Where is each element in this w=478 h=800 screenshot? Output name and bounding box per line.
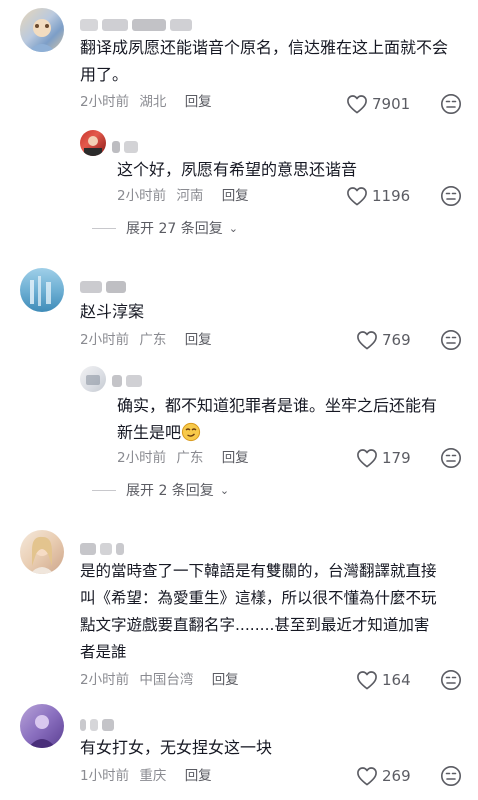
comment-text: 确实，都不知道犯罪者是谁。坐牢之后还能有 新生是吧 [117, 392, 467, 450]
comment-text: 赵斗淳案 [80, 302, 145, 321]
meh-face-icon[interactable] [440, 765, 462, 787]
timestamp: 2小时前 [117, 188, 167, 204]
timestamp: 2小时前 [80, 672, 130, 688]
reply-button[interactable]: 回复 [185, 332, 212, 348]
avatar[interactable] [20, 268, 64, 312]
comment-item: 翻译成夙愿还能谐音个原名，信达雅在这上面就不会 用了。 2小时前 湖北 回复 7… [0, 0, 478, 120]
expand-replies-label: 展开 27 条回复 [126, 221, 223, 237]
reply-button[interactable]: 回复 [222, 450, 249, 466]
avatar[interactable] [20, 530, 64, 574]
like-button[interactable]: 769 [356, 328, 411, 352]
location: 湖北 [139, 94, 167, 110]
like-count: 164 [382, 671, 411, 689]
divider [92, 489, 116, 491]
heart-outline-icon [357, 671, 377, 690]
location: 广东 [176, 450, 204, 466]
like-button[interactable]: 7901 [346, 92, 410, 116]
location: 广东 [139, 332, 167, 348]
comment-meta: 2小时前 广东 回复 [80, 330, 212, 350]
like-count: 179 [382, 449, 411, 467]
comment-item: 有女打女，无女捏女这一块 1小时前 重庆 回复 269 [0, 702, 478, 800]
chevron-down-icon: ⌄ [219, 483, 230, 497]
timestamp: 2小时前 [80, 332, 130, 348]
avatar[interactable] [80, 130, 106, 156]
heart-outline-icon [357, 767, 377, 786]
comment-text: 有女打女，无女捏女这一块 [80, 738, 273, 757]
expand-replies-label: 展开 2 条回复 [126, 483, 214, 499]
heart-outline-icon [347, 95, 367, 114]
avatar[interactable] [20, 8, 64, 52]
comment-text: 翻译成夙愿还能谐音个原名，信达雅在这上面就不会 用了。 [80, 38, 449, 84]
reply-item: 确实，都不知道犯罪者是谁。坐牢之后还能有 新生是吧 2小时前 广东 回复 179 [0, 362, 478, 480]
username[interactable] [80, 14, 196, 31]
avatar[interactable] [80, 366, 106, 392]
meh-face-icon[interactable] [440, 329, 462, 351]
like-count: 1196 [372, 187, 411, 205]
meh-face-icon[interactable] [440, 93, 462, 115]
chevron-down-icon: ⌄ [228, 221, 238, 235]
location: 河南 [176, 188, 204, 204]
location: 重庆 [139, 768, 167, 784]
timestamp: 2小时前 [117, 450, 167, 466]
location: 中国台湾 [139, 672, 194, 688]
like-button[interactable]: 179 [356, 446, 411, 470]
comment-item: 是的當時查了一下韓語是有雙關的，台灣翻譯就直接 叫《希望：為愛重生》這樣，所以很… [0, 526, 478, 696]
meh-face-icon[interactable] [440, 669, 462, 691]
reply-button[interactable]: 回复 [212, 672, 239, 688]
like-button[interactable]: 269 [356, 764, 411, 788]
heart-outline-icon [347, 187, 367, 206]
like-button[interactable]: 1196 [346, 184, 410, 208]
username[interactable] [112, 136, 142, 153]
username[interactable] [112, 370, 146, 387]
reply-item: 这个好，夙愿有希望的意思还谐音 2小时前 河南 回复 1196 [0, 128, 478, 218]
like-count: 769 [382, 331, 411, 349]
comment-meta: 2小时前 广东 回复 [117, 448, 249, 468]
username[interactable] [80, 538, 128, 555]
expand-replies-button[interactable]: 展开 27 条回复 ⌄ [92, 218, 238, 238]
meh-face-icon[interactable] [440, 447, 462, 469]
divider [92, 227, 116, 229]
username[interactable] [80, 714, 118, 731]
comment-meta: 2小时前 湖北 回复 [80, 92, 212, 112]
smirk-emoji-icon [181, 422, 201, 450]
reply-button[interactable]: 回复 [222, 188, 249, 204]
like-button[interactable]: 164 [356, 668, 411, 692]
username[interactable] [80, 276, 130, 293]
heart-outline-icon [357, 449, 377, 468]
comment-item: 赵斗淳案 2小时前 广东 回复 769 [0, 262, 478, 352]
avatar[interactable] [20, 704, 64, 748]
comment-meta: 2小时前 河南 回复 [117, 186, 249, 206]
heart-outline-icon [357, 331, 377, 350]
meh-face-icon[interactable] [440, 185, 462, 207]
timestamp: 2小时前 [80, 94, 130, 110]
comment-text: 是的當時查了一下韓語是有雙關的，台灣翻譯就直接 叫《希望：為愛重生》這樣，所以很… [80, 562, 437, 661]
like-count: 269 [382, 767, 411, 785]
timestamp: 1小时前 [80, 768, 130, 784]
reply-button[interactable]: 回复 [185, 768, 212, 784]
expand-replies-button[interactable]: 展开 2 条回复 ⌄ [92, 480, 229, 500]
reply-button[interactable]: 回复 [185, 94, 212, 110]
like-count: 7901 [372, 95, 411, 113]
comment-text: 这个好，夙愿有希望的意思还谐音 [117, 160, 358, 179]
comment-meta: 1小时前 重庆 回复 [80, 766, 212, 786]
comment-meta: 2小时前 中国台湾 回复 [80, 670, 239, 690]
